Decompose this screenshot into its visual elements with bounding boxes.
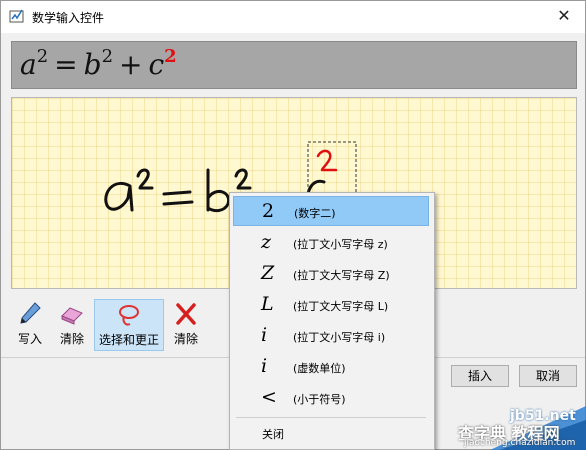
menu-item-lower-i[interactable]: i (拉丁文小写字母 i) bbox=[233, 321, 429, 351]
menu-item-symbol: < bbox=[261, 386, 277, 408]
exp-c-selected[interactable]: 2 bbox=[164, 46, 177, 67]
menu-item-desc: (拉丁文大写字母 Z) bbox=[293, 269, 390, 282]
tool-clear-button[interactable]: 清除 bbox=[167, 299, 205, 349]
title-bar: 数学输入控件 ✕ bbox=[1, 1, 585, 33]
exp-b: 2 bbox=[101, 46, 114, 67]
tool-erase-label: 清除 bbox=[59, 332, 84, 346]
watermark-url: jiaocheng.chazidian.com bbox=[464, 438, 576, 448]
menu-item-symbol: i bbox=[261, 324, 268, 346]
x-icon bbox=[176, 303, 196, 325]
ink-equals bbox=[162, 190, 194, 206]
menu-item-close[interactable]: 关闭 bbox=[262, 426, 284, 442]
recognized-formula: a2 = b2 + c2 bbox=[20, 46, 177, 81]
ink-c-exp-red bbox=[316, 149, 338, 172]
menu-item-upper-l[interactable]: L (拉丁文大写字母 L) bbox=[233, 290, 429, 320]
plus-sign: + bbox=[119, 48, 143, 81]
window-title: 数学输入控件 bbox=[32, 11, 105, 25]
site-watermark: jb51.net 查字典 教程网 jiaocheng.chazidian.com bbox=[430, 400, 586, 450]
insert-button[interactable]: 插入 bbox=[451, 365, 509, 387]
menu-item-desc: (拉丁文小写字母 z) bbox=[293, 238, 388, 251]
menu-item-symbol: i bbox=[261, 355, 268, 377]
menu-item-symbol: Z bbox=[261, 262, 275, 284]
menu-item-desc: (拉丁文小写字母 i) bbox=[293, 331, 386, 344]
correction-context-menu: 2 (数字二) z (拉丁文小写字母 z) Z (拉丁文大写字母 Z) L (拉… bbox=[229, 192, 435, 450]
ink-a bbox=[104, 181, 134, 212]
menu-item-imaginary-unit[interactable]: i (虚数单位) bbox=[233, 352, 429, 382]
exp-a: 2 bbox=[36, 46, 49, 67]
menu-item-symbol: 2 bbox=[262, 200, 275, 222]
menu-item-upper-z[interactable]: Z (拉丁文大写字母 Z) bbox=[233, 259, 429, 289]
var-c: c bbox=[148, 48, 165, 81]
close-window-button[interactable]: ✕ bbox=[549, 3, 579, 29]
tool-write-button[interactable]: 写入 bbox=[11, 299, 49, 349]
tool-erase-button[interactable]: 清除 bbox=[51, 299, 93, 349]
pen-icon bbox=[20, 302, 41, 324]
equals-sign: = bbox=[54, 48, 78, 81]
menu-item-desc: (拉丁文大写字母 L) bbox=[293, 300, 389, 313]
menu-item-symbol: z bbox=[261, 231, 272, 253]
var-a: a bbox=[20, 48, 37, 81]
menu-item-symbol: L bbox=[261, 293, 274, 315]
lasso-icon bbox=[119, 305, 139, 326]
menu-item-desc: (虚数单位) bbox=[293, 362, 346, 375]
cancel-button[interactable]: 取消 bbox=[519, 365, 577, 387]
selection-box bbox=[307, 141, 357, 195]
var-b: b bbox=[83, 48, 102, 81]
menu-item-digit-two[interactable]: 2 (数字二) bbox=[233, 196, 429, 226]
ink-a-exp bbox=[136, 168, 154, 190]
eraser-icon bbox=[61, 307, 83, 325]
menu-item-less-than[interactable]: < (小于符号) bbox=[233, 383, 429, 413]
menu-item-lower-z[interactable]: z (拉丁文小写字母 z) bbox=[233, 228, 429, 258]
tool-write-label: 写入 bbox=[17, 332, 42, 346]
menu-separator bbox=[236, 417, 426, 418]
formula-preview: a2 = b2 + c2 bbox=[11, 41, 577, 89]
tool-select-correct-button[interactable]: 选择和更正 bbox=[94, 299, 164, 351]
ink-b-exp bbox=[234, 168, 252, 190]
math-input-app-icon bbox=[9, 9, 24, 23]
tool-select-correct-label: 选择和更正 bbox=[98, 333, 159, 347]
ink-b bbox=[206, 168, 231, 213]
tool-clear-label: 清除 bbox=[173, 332, 198, 346]
menu-item-desc: (小于符号) bbox=[293, 393, 346, 406]
menu-item-desc: (数字二) bbox=[294, 207, 336, 220]
